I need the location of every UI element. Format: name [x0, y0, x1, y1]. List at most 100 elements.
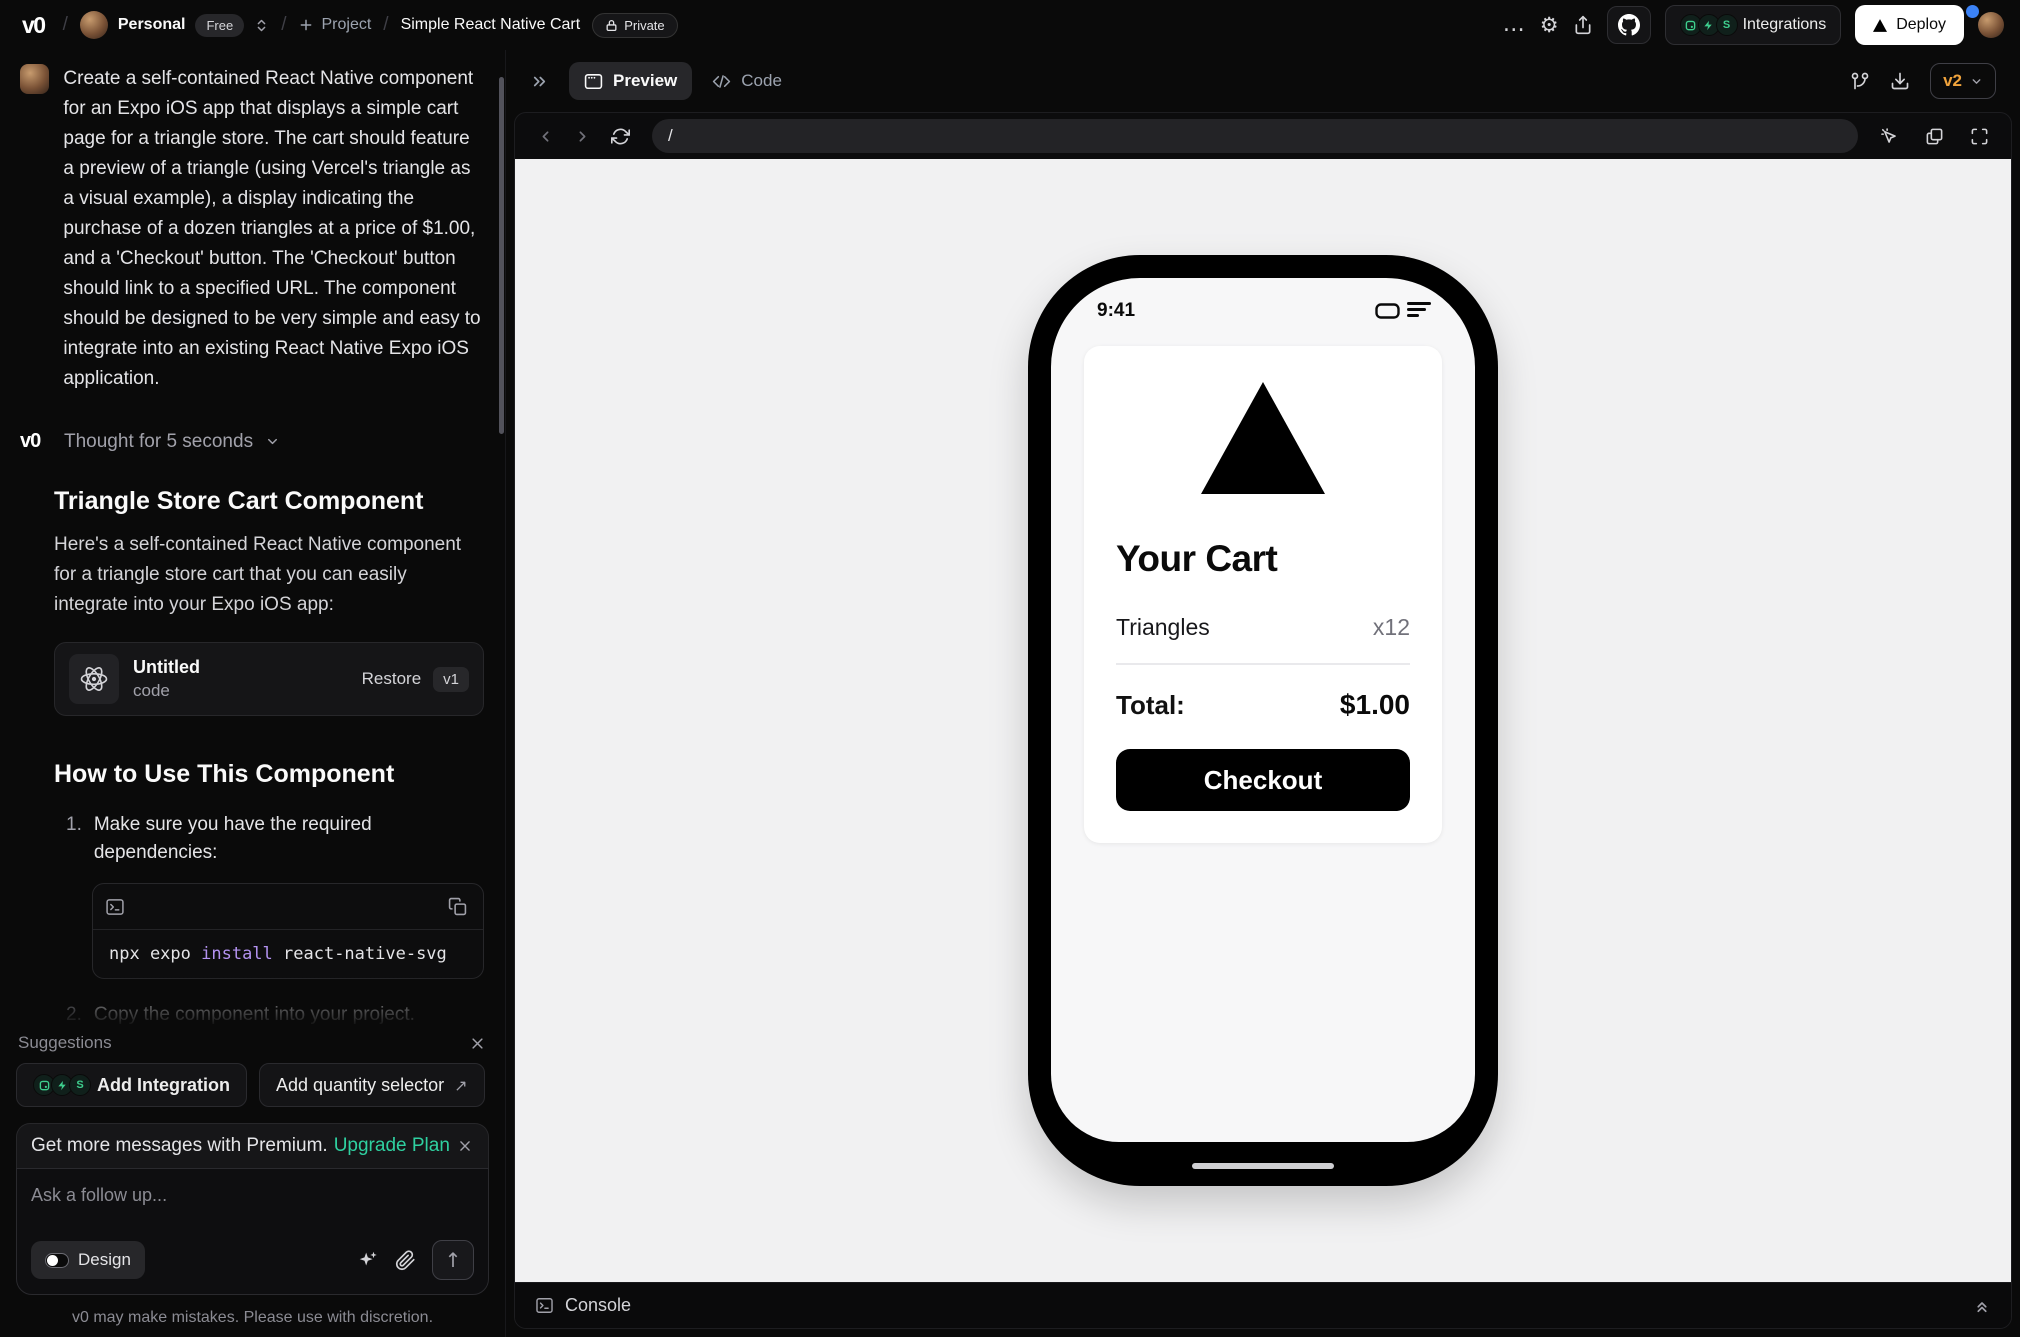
github-button[interactable] [1606, 6, 1651, 44]
upgrade-plan-link[interactable]: Upgrade Plan [334, 1135, 450, 1157]
v0-logo[interactable]: v0 [16, 12, 51, 39]
plus-icon [298, 17, 314, 33]
vercel-triangle-icon [1873, 18, 1888, 32]
workspace-avatar [79, 11, 108, 39]
preview-panel: Preview Code v2 / 9:41 Your Cart Triangl… [505, 50, 2020, 1337]
tab-code[interactable]: Code [712, 71, 782, 91]
header-left: v0 / Personal Free / Project / Simple Re… [16, 11, 678, 39]
settings-button[interactable]: ⚙ [1539, 12, 1559, 37]
close-suggestions-button[interactable] [468, 1034, 487, 1053]
copy-code-button[interactable] [444, 893, 471, 920]
sidebar-scrollbar[interactable] [499, 77, 504, 434]
notification-dot [1966, 5, 1979, 18]
top-header: v0 / Personal Free / Project / Simple Re… [0, 0, 2020, 50]
integrations-button[interactable]: S Integrations [1664, 5, 1842, 45]
preview-canvas: 9:41 Your Cart Triangles x12 Total: $1.0… [515, 159, 2011, 1282]
console-bar[interactable]: Console [515, 1282, 2011, 1328]
status-bar: 9:41 [1051, 278, 1475, 322]
iphone-screen: 9:41 Your Cart Triangles x12 Total: $1.0… [1051, 278, 1475, 1142]
browser-tools [1874, 123, 1995, 150]
share-button[interactable] [1573, 15, 1593, 35]
v0-app-window: v0 / Personal Free / Project / Simple Re… [0, 0, 2020, 1337]
breadcrumb-separator: / [383, 14, 389, 35]
item-quantity: x12 [1372, 614, 1410, 640]
iphone-mockup: 9:41 Your Cart Triangles x12 Total: $1.0… [1028, 255, 1498, 1186]
user-menu[interactable] [1966, 5, 2004, 38]
breadcrumb-separator: / [281, 14, 287, 35]
refresh-button[interactable] [605, 123, 636, 150]
code-brackets-icon [712, 72, 731, 91]
forward-button[interactable] [568, 124, 597, 149]
code-text: npx expo [109, 944, 202, 964]
chip-label: Add quantity selector [276, 1074, 445, 1095]
add-project-button[interactable]: Project [298, 16, 371, 34]
arrow-up-icon: ↑ [444, 1248, 462, 1272]
send-button[interactable]: ↑ [432, 1240, 474, 1280]
terminal-icon [535, 1296, 554, 1315]
add-quantity-selector-chip[interactable]: Add quantity selector ↗ [259, 1063, 485, 1107]
integration-icons: S [33, 1074, 91, 1096]
code-version-card[interactable]: Untitled code Restore v1 [54, 642, 484, 716]
gear-icon: ⚙ [1539, 12, 1559, 37]
response-intro: Here's a self-contained React Native com… [54, 534, 462, 615]
supabase-icon: S [1715, 14, 1738, 36]
fork-button[interactable] [1850, 71, 1870, 91]
chat-thread: Create a self-contained React Native com… [0, 50, 505, 1027]
restore-button[interactable]: Restore [362, 669, 422, 689]
open-in-new-window-button[interactable] [1919, 123, 1950, 150]
paperclip-icon [395, 1249, 416, 1271]
code-card-title: Untitled [133, 657, 200, 677]
user-avatar [1978, 12, 2004, 38]
back-button[interactable] [531, 124, 560, 149]
version-badge[interactable]: v1 [433, 666, 469, 692]
premium-banner: Get more messages with Premium. Upgrade … [16, 1123, 489, 1168]
checkout-button[interactable]: Checkout [1116, 749, 1410, 811]
browser-toolbar: / [515, 113, 2011, 159]
panel-tabs: Preview Code v2 [506, 50, 2020, 112]
followup-input[interactable] [31, 1185, 474, 1206]
step-number: 1. [66, 814, 82, 835]
enhance-prompt-button[interactable] [357, 1249, 379, 1271]
collapse-sidebar-button[interactable] [530, 72, 549, 91]
workspace-switcher[interactable]: Personal Free [79, 11, 269, 39]
design-label: Design [78, 1250, 131, 1269]
supabase-icon: S [69, 1074, 91, 1096]
chip-label: Add Integration [97, 1074, 230, 1095]
breadcrumb-separator: / [62, 14, 68, 35]
ellipsis-icon: … [1502, 12, 1526, 37]
url-path: / [668, 126, 673, 145]
version-selector[interactable]: v2 [1930, 63, 1996, 99]
tab-preview[interactable]: Preview [569, 62, 693, 100]
chat-sidebar: Create a self-contained React Native com… [0, 50, 505, 1337]
lock-icon [605, 19, 618, 32]
step-item: 1. Make sure you have the required depen… [66, 811, 483, 867]
add-project-label: Project [321, 16, 372, 33]
deploy-button[interactable]: Deploy [1855, 5, 1964, 45]
thought-toggle[interactable]: v0 Thought for 5 seconds [20, 430, 483, 453]
integration-icons: S [1679, 14, 1738, 36]
close-banner-button[interactable] [456, 1137, 474, 1155]
download-icon [1890, 71, 1910, 91]
integrations-label: Integrations [1742, 16, 1827, 33]
fullscreen-button[interactable] [1964, 123, 1995, 150]
suggestions-label: Suggestions [18, 1033, 112, 1052]
disclaimer-text: v0 may make mistakes. Please use with di… [71, 1309, 434, 1326]
terminal-icon [105, 897, 125, 917]
privacy-badge[interactable]: Private [592, 12, 678, 38]
status-icons [1375, 302, 1431, 320]
response-title: Triangle Store Cart Component [54, 487, 424, 515]
inspect-element-button[interactable] [1874, 123, 1905, 150]
chevron-up-down-icon [254, 18, 269, 33]
cart-card: Your Cart Triangles x12 Total: $1.00 Che… [1084, 346, 1442, 843]
main-area: Create a self-contained React Native com… [0, 50, 2020, 1337]
more-options-button[interactable]: … [1503, 14, 1526, 36]
message-avatar [20, 64, 50, 94]
download-button[interactable] [1890, 71, 1910, 91]
attach-file-button[interactable] [395, 1249, 416, 1271]
design-mode-toggle[interactable]: Design [31, 1241, 145, 1279]
add-integration-chip[interactable]: S Add Integration [16, 1063, 247, 1107]
expand-console-button[interactable] [1973, 1297, 1991, 1315]
share-icon [1573, 15, 1593, 35]
url-input[interactable]: / [652, 119, 1858, 153]
git-branch-icon [1850, 71, 1870, 91]
